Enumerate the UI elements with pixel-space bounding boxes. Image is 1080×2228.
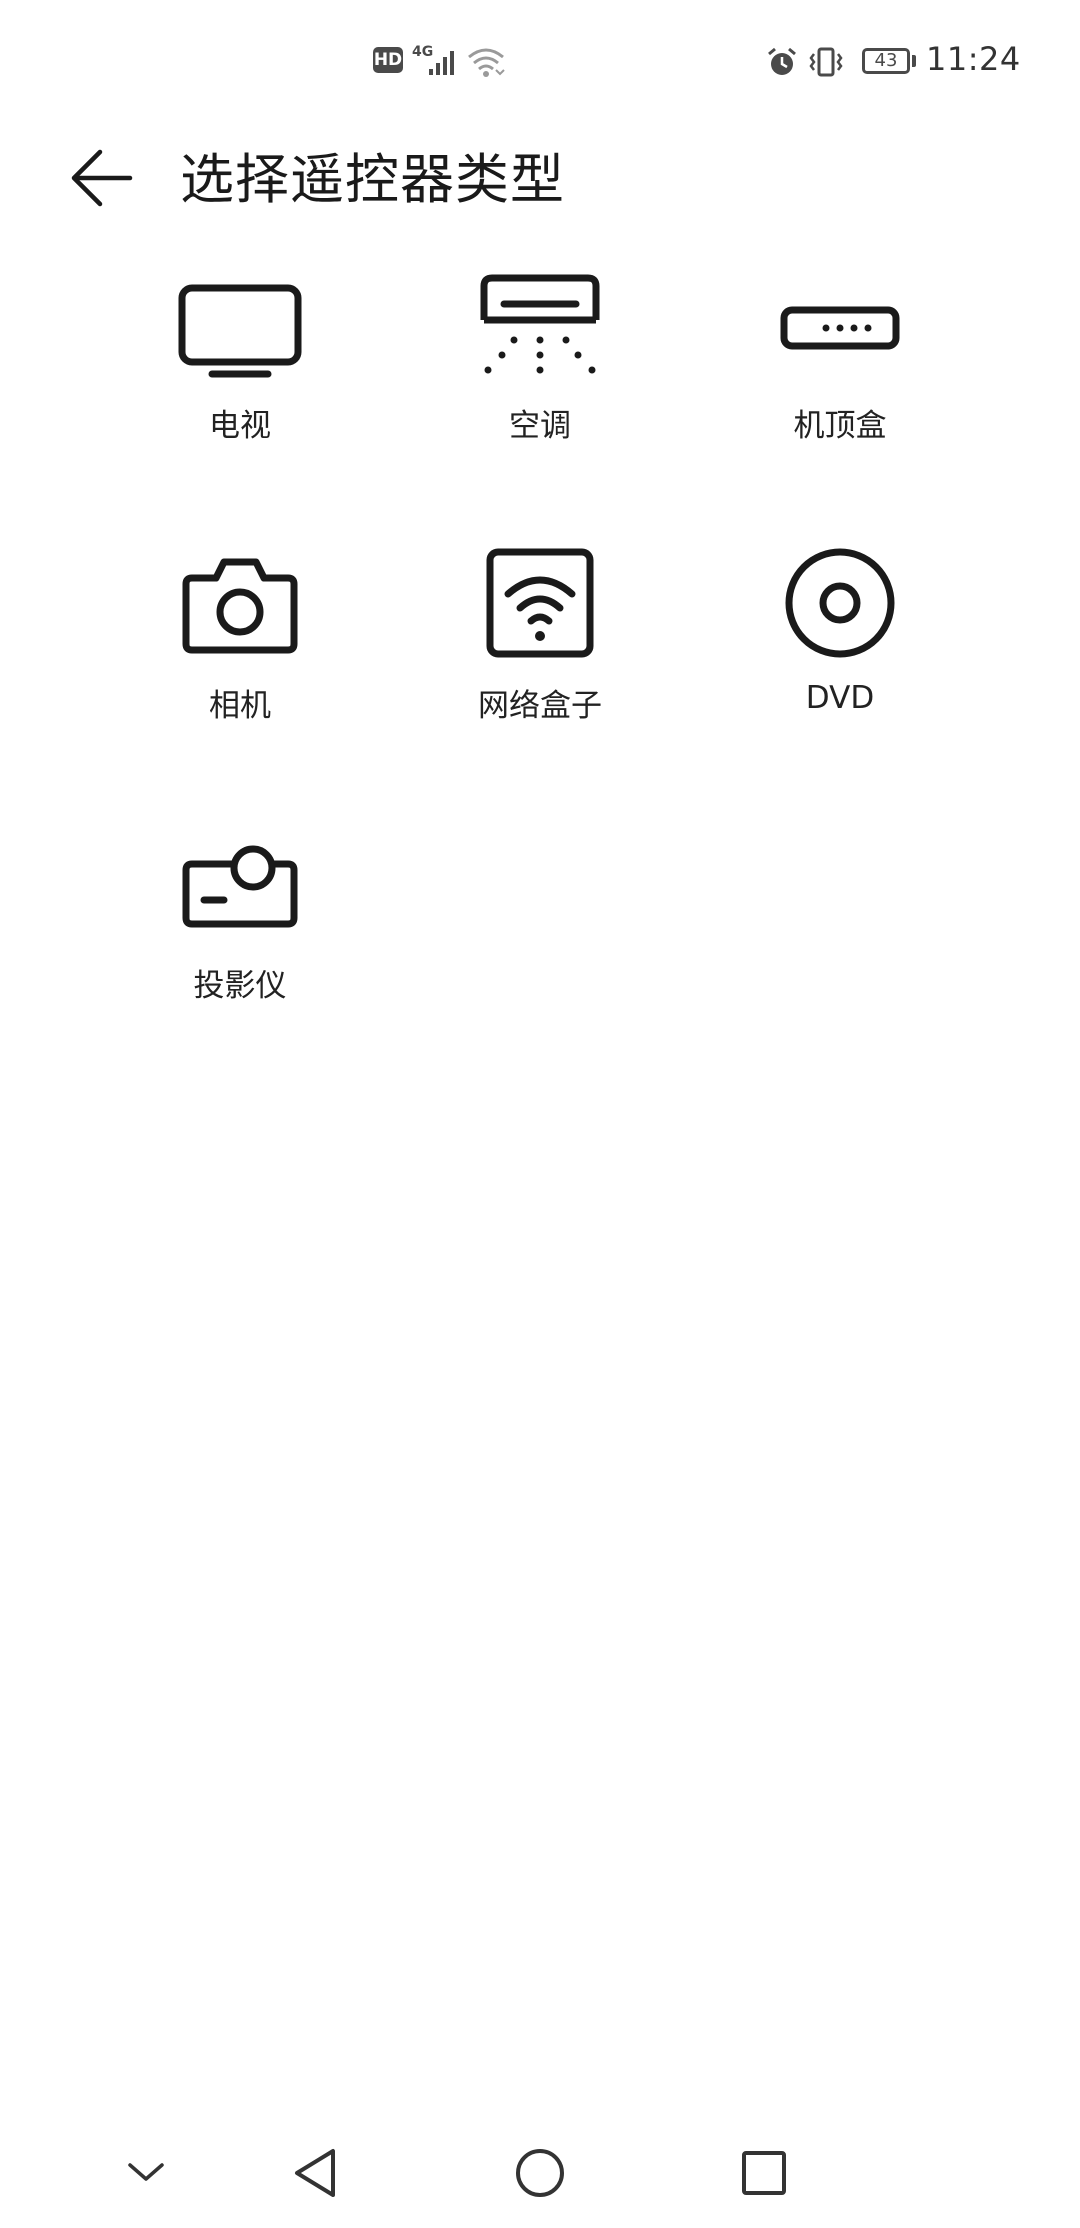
status-bar: HD 4G 43 11:24 (0, 0, 1080, 124)
dvd-icon (778, 548, 902, 662)
back-button[interactable] (62, 140, 142, 220)
device-label: 相机 (209, 688, 271, 724)
wifi-icon (466, 42, 506, 82)
signal-icon (428, 42, 458, 82)
device-label: 网络盒子 (478, 688, 602, 724)
alarm-icon (766, 42, 798, 82)
device-dvd[interactable]: DVD (730, 540, 950, 740)
nav-home-button[interactable] (500, 2140, 580, 2210)
device-air-conditioner[interactable]: 空调 (430, 260, 650, 460)
arrow-left-icon (70, 148, 134, 212)
back-triangle-icon (291, 2147, 339, 2203)
nav-back-button[interactable] (275, 2140, 355, 2210)
hide-nav-icon (126, 2161, 166, 2189)
projector-icon (178, 828, 302, 942)
clock: 11:24 (926, 40, 1021, 78)
battery-tip (912, 55, 916, 67)
home-circle-icon (514, 2147, 566, 2203)
device-set-top-box[interactable]: 机顶盒 (730, 260, 950, 460)
device-label: 空调 (509, 408, 571, 444)
hide-nav-button[interactable] (106, 2140, 186, 2210)
device-label: DVD (805, 680, 875, 716)
camera-icon (178, 548, 302, 662)
device-camera[interactable]: 相机 (130, 540, 350, 740)
network-box-icon (478, 548, 602, 662)
page-title: 选择遥控器类型 (180, 148, 565, 211)
nav-recents-button[interactable] (724, 2140, 804, 2210)
set-top-box-icon (778, 268, 902, 382)
device-projector[interactable]: 投影仪 (130, 820, 350, 1020)
device-label: 电视 (209, 408, 271, 444)
device-label: 机顶盒 (793, 408, 887, 444)
battery-icon: 43 (862, 48, 910, 74)
device-label: 投影仪 (193, 968, 287, 1004)
tv-icon (178, 268, 302, 382)
vibrate-icon (808, 42, 844, 82)
hd-badge: HD (373, 47, 403, 73)
device-tv[interactable]: 电视 (130, 260, 350, 460)
device-network-box[interactable]: 网络盒子 (430, 540, 650, 740)
recents-square-icon (740, 2149, 788, 2201)
air-conditioner-icon (478, 268, 602, 382)
